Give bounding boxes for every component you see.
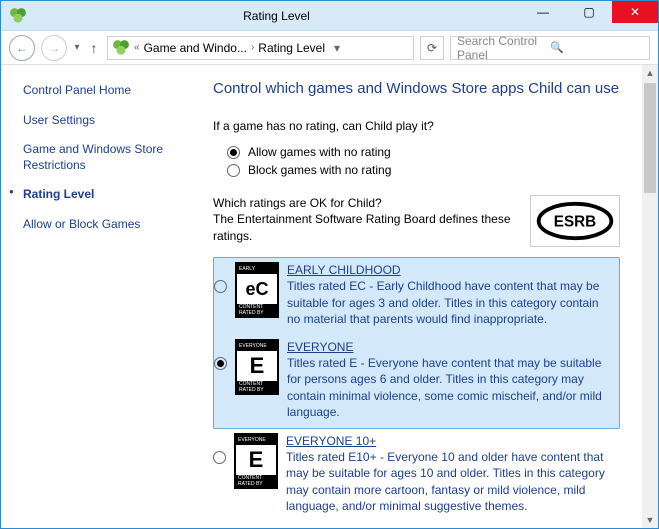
question-ratings-ok: Which ratings are OK for Child?: [213, 195, 518, 211]
breadcrumb-item-2[interactable]: Rating Level: [258, 41, 325, 55]
svg-text:ESRB: ESRB: [554, 214, 596, 231]
window-controls: — ▢ ✕: [520, 1, 658, 30]
forward-button[interactable]: →: [41, 35, 67, 61]
content-area: Control Panel Home User Settings Game an…: [1, 65, 658, 528]
sidebar: Control Panel Home User Settings Game an…: [1, 65, 209, 528]
rating-selected-group: EARLY CHILDHOOD eC CONTENT RATED BY ESRB…: [213, 257, 620, 429]
sidebar-item-restrictions[interactable]: Game and Windows Store Restrictions: [23, 142, 195, 173]
rating-desc: Titles rated E10+ - Everyone 10 and olde…: [286, 450, 605, 513]
sidebar-item-allow-block[interactable]: Allow or Block Games: [23, 217, 195, 233]
rating-option-ec[interactable]: EARLY CHILDHOOD eC CONTENT RATED BY ESRB…: [214, 258, 619, 335]
scrollbar[interactable]: ▲ ▼: [642, 65, 658, 528]
rating-option-e10[interactable]: EVERYONE 10+ E CONTENT RATED BY ESRB EVE…: [213, 429, 620, 522]
scroll-up-icon[interactable]: ▲: [642, 65, 658, 81]
back-button[interactable]: ←: [9, 35, 35, 61]
app-icon: [9, 7, 27, 25]
chevron-right-icon: ›: [251, 42, 254, 53]
close-button[interactable]: ✕: [612, 1, 658, 23]
main-panel: Control which games and Windows Store ap…: [209, 65, 642, 528]
up-button[interactable]: ↑: [87, 41, 101, 55]
sidebar-item-rating-level[interactable]: Rating Level: [23, 187, 195, 203]
rating-title: EARLY CHILDHOOD: [287, 262, 613, 278]
scroll-thumb[interactable]: [644, 83, 656, 193]
window-title: Rating Level: [33, 9, 520, 23]
window: Rating Level — ▢ ✕ ← → ▾ ↑ « Game and Wi…: [0, 0, 659, 529]
rating-desc: Titles rated EC - Early Childhood have c…: [287, 279, 599, 325]
radio-icon: [214, 357, 227, 370]
breadcrumb-icon: [112, 39, 130, 57]
history-dropdown[interactable]: ▾: [73, 42, 81, 53]
search-placeholder: Search Control Panel: [457, 34, 550, 62]
radio-label: Block games with no rating: [248, 163, 391, 177]
breadcrumb-item-1[interactable]: Game and Windo...: [144, 41, 247, 55]
rating-text: EVERYONE 10+ Titles rated E10+ - Everyon…: [286, 433, 614, 514]
breadcrumb-dropdown[interactable]: ▾: [329, 41, 345, 55]
radio-icon: [214, 280, 227, 293]
esrb-logo: ESRB: [530, 195, 620, 247]
rating-text: EVERYONE Titles rated E - Everyone have …: [287, 339, 613, 420]
radio-icon: [227, 146, 240, 159]
ratings-authority: The Entertainment Software Rating Board …: [213, 211, 518, 243]
page-heading: Control which games and Windows Store ap…: [213, 79, 620, 99]
minimize-button[interactable]: —: [520, 1, 566, 23]
sidebar-item-user-settings[interactable]: User Settings: [23, 113, 195, 129]
question-no-rating: If a game has no rating, can Child play …: [213, 119, 620, 133]
esrb-text: Which ratings are OK for Child? The Ente…: [213, 195, 518, 244]
breadcrumb[interactable]: « Game and Windo... › Rating Level ▾: [107, 36, 414, 60]
radio-allow-no-rating[interactable]: Allow games with no rating: [213, 145, 620, 159]
rating-badge-ec: EARLY CHILDHOOD eC CONTENT RATED BY ESRB: [235, 262, 279, 318]
search-input[interactable]: Search Control Panel 🔍: [450, 36, 650, 60]
rating-option-e[interactable]: EVERYONE E CONTENT RATED BY ESRB EVERYON…: [214, 335, 619, 428]
titlebar: Rating Level — ▢ ✕: [1, 1, 658, 31]
breadcrumb-laquo: «: [134, 42, 140, 53]
radio-icon: [227, 164, 240, 177]
esrb-section: Which ratings are OK for Child? The Ente…: [213, 195, 620, 247]
rating-desc: Titles rated E - Everyone have content t…: [287, 356, 602, 419]
radio-block-no-rating[interactable]: Block games with no rating: [213, 163, 620, 177]
radio-label: Allow games with no rating: [248, 145, 391, 159]
rating-badge-e10: EVERYONE 10+ E CONTENT RATED BY ESRB: [234, 433, 278, 489]
maximize-button[interactable]: ▢: [566, 1, 612, 23]
search-icon: 🔍: [550, 41, 643, 54]
radio-icon: [213, 451, 226, 464]
rating-title: EVERYONE 10+: [286, 433, 614, 449]
rating-title: EVERYONE: [287, 339, 613, 355]
rating-badge-e: EVERYONE E CONTENT RATED BY ESRB: [235, 339, 279, 395]
scroll-down-icon[interactable]: ▼: [642, 512, 658, 528]
refresh-button[interactable]: ⟳: [420, 36, 444, 60]
navbar: ← → ▾ ↑ « Game and Windo... › Rating Lev…: [1, 31, 658, 65]
sidebar-item-cp-home[interactable]: Control Panel Home: [23, 83, 195, 99]
rating-text: EARLY CHILDHOOD Titles rated EC - Early …: [287, 262, 613, 327]
